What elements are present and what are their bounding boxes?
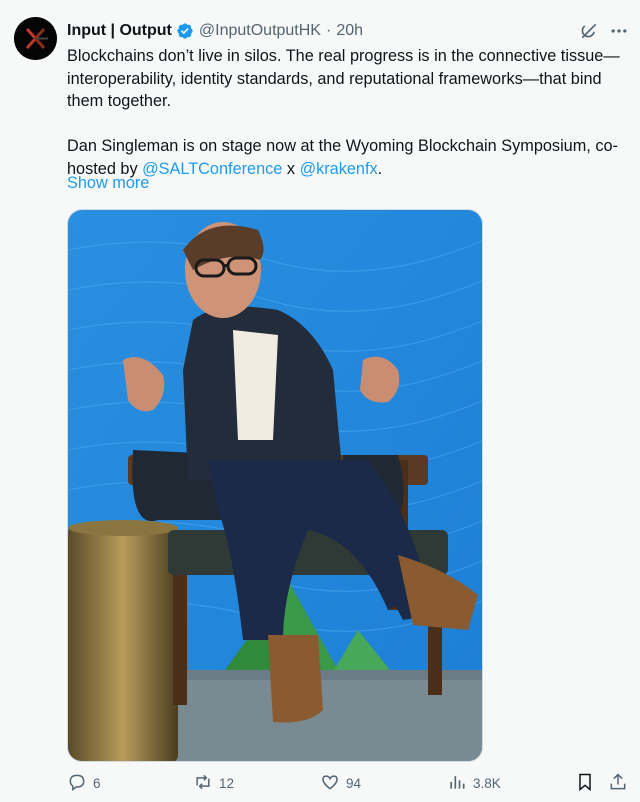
reply-button[interactable]: 6 [67, 772, 101, 795]
like-button[interactable]: 94 [320, 772, 361, 795]
mention-salt[interactable]: @SALTConference [142, 160, 282, 178]
show-more-link[interactable]: Show more [67, 174, 149, 193]
timestamp[interactable]: 20h [336, 22, 363, 40]
avatar[interactable] [14, 17, 57, 60]
reply-icon [67, 772, 87, 795]
like-count: 94 [346, 776, 362, 791]
mention-kraken[interactable]: @krakenfx [300, 160, 378, 178]
more-icon[interactable] [609, 21, 629, 46]
tweet-actions: 6 12 94 3.8K [0, 772, 640, 802]
separator-dot: · [325, 22, 332, 39]
verified-badge-icon [176, 22, 194, 40]
paragraph-2-suffix: . [377, 159, 383, 178]
share-button[interactable] [608, 772, 628, 795]
tweet-paragraph-2: Dan Singleman is on stage now at the Wyo… [67, 135, 627, 180]
bookmark-button[interactable] [575, 772, 595, 795]
share-icon [608, 772, 628, 795]
tweet[interactable]: Input | Output @InputOutputHK · 20h Bloc… [0, 0, 640, 801]
tweet-text: Blockchains don’t live in silos. The rea… [67, 45, 627, 180]
tweet-header: Input | Output @InputOutputHK · 20h [67, 19, 363, 43]
like-icon [320, 772, 340, 795]
views-button[interactable]: 3.8K [447, 772, 501, 795]
paragraph-2-mid: x [282, 159, 300, 178]
author-name[interactable]: Input | Output [67, 22, 172, 40]
tweet-paragraph-1: Blockchains don’t live in silos. The rea… [67, 47, 620, 110]
author-handle[interactable]: @InputOutputHK [199, 22, 321, 40]
reply-count: 6 [93, 776, 101, 791]
bookmark-icon [575, 772, 595, 795]
input-output-logo [14, 17, 57, 60]
tweet-photo[interactable] [67, 209, 483, 762]
repost-icon [193, 772, 213, 795]
views-count: 3.8K [473, 776, 501, 791]
views-icon [447, 772, 467, 795]
repost-button[interactable]: 12 [193, 772, 234, 795]
repost-count: 12 [219, 776, 235, 791]
grok-icon[interactable] [579, 21, 599, 46]
speaker-photo [68, 210, 482, 761]
